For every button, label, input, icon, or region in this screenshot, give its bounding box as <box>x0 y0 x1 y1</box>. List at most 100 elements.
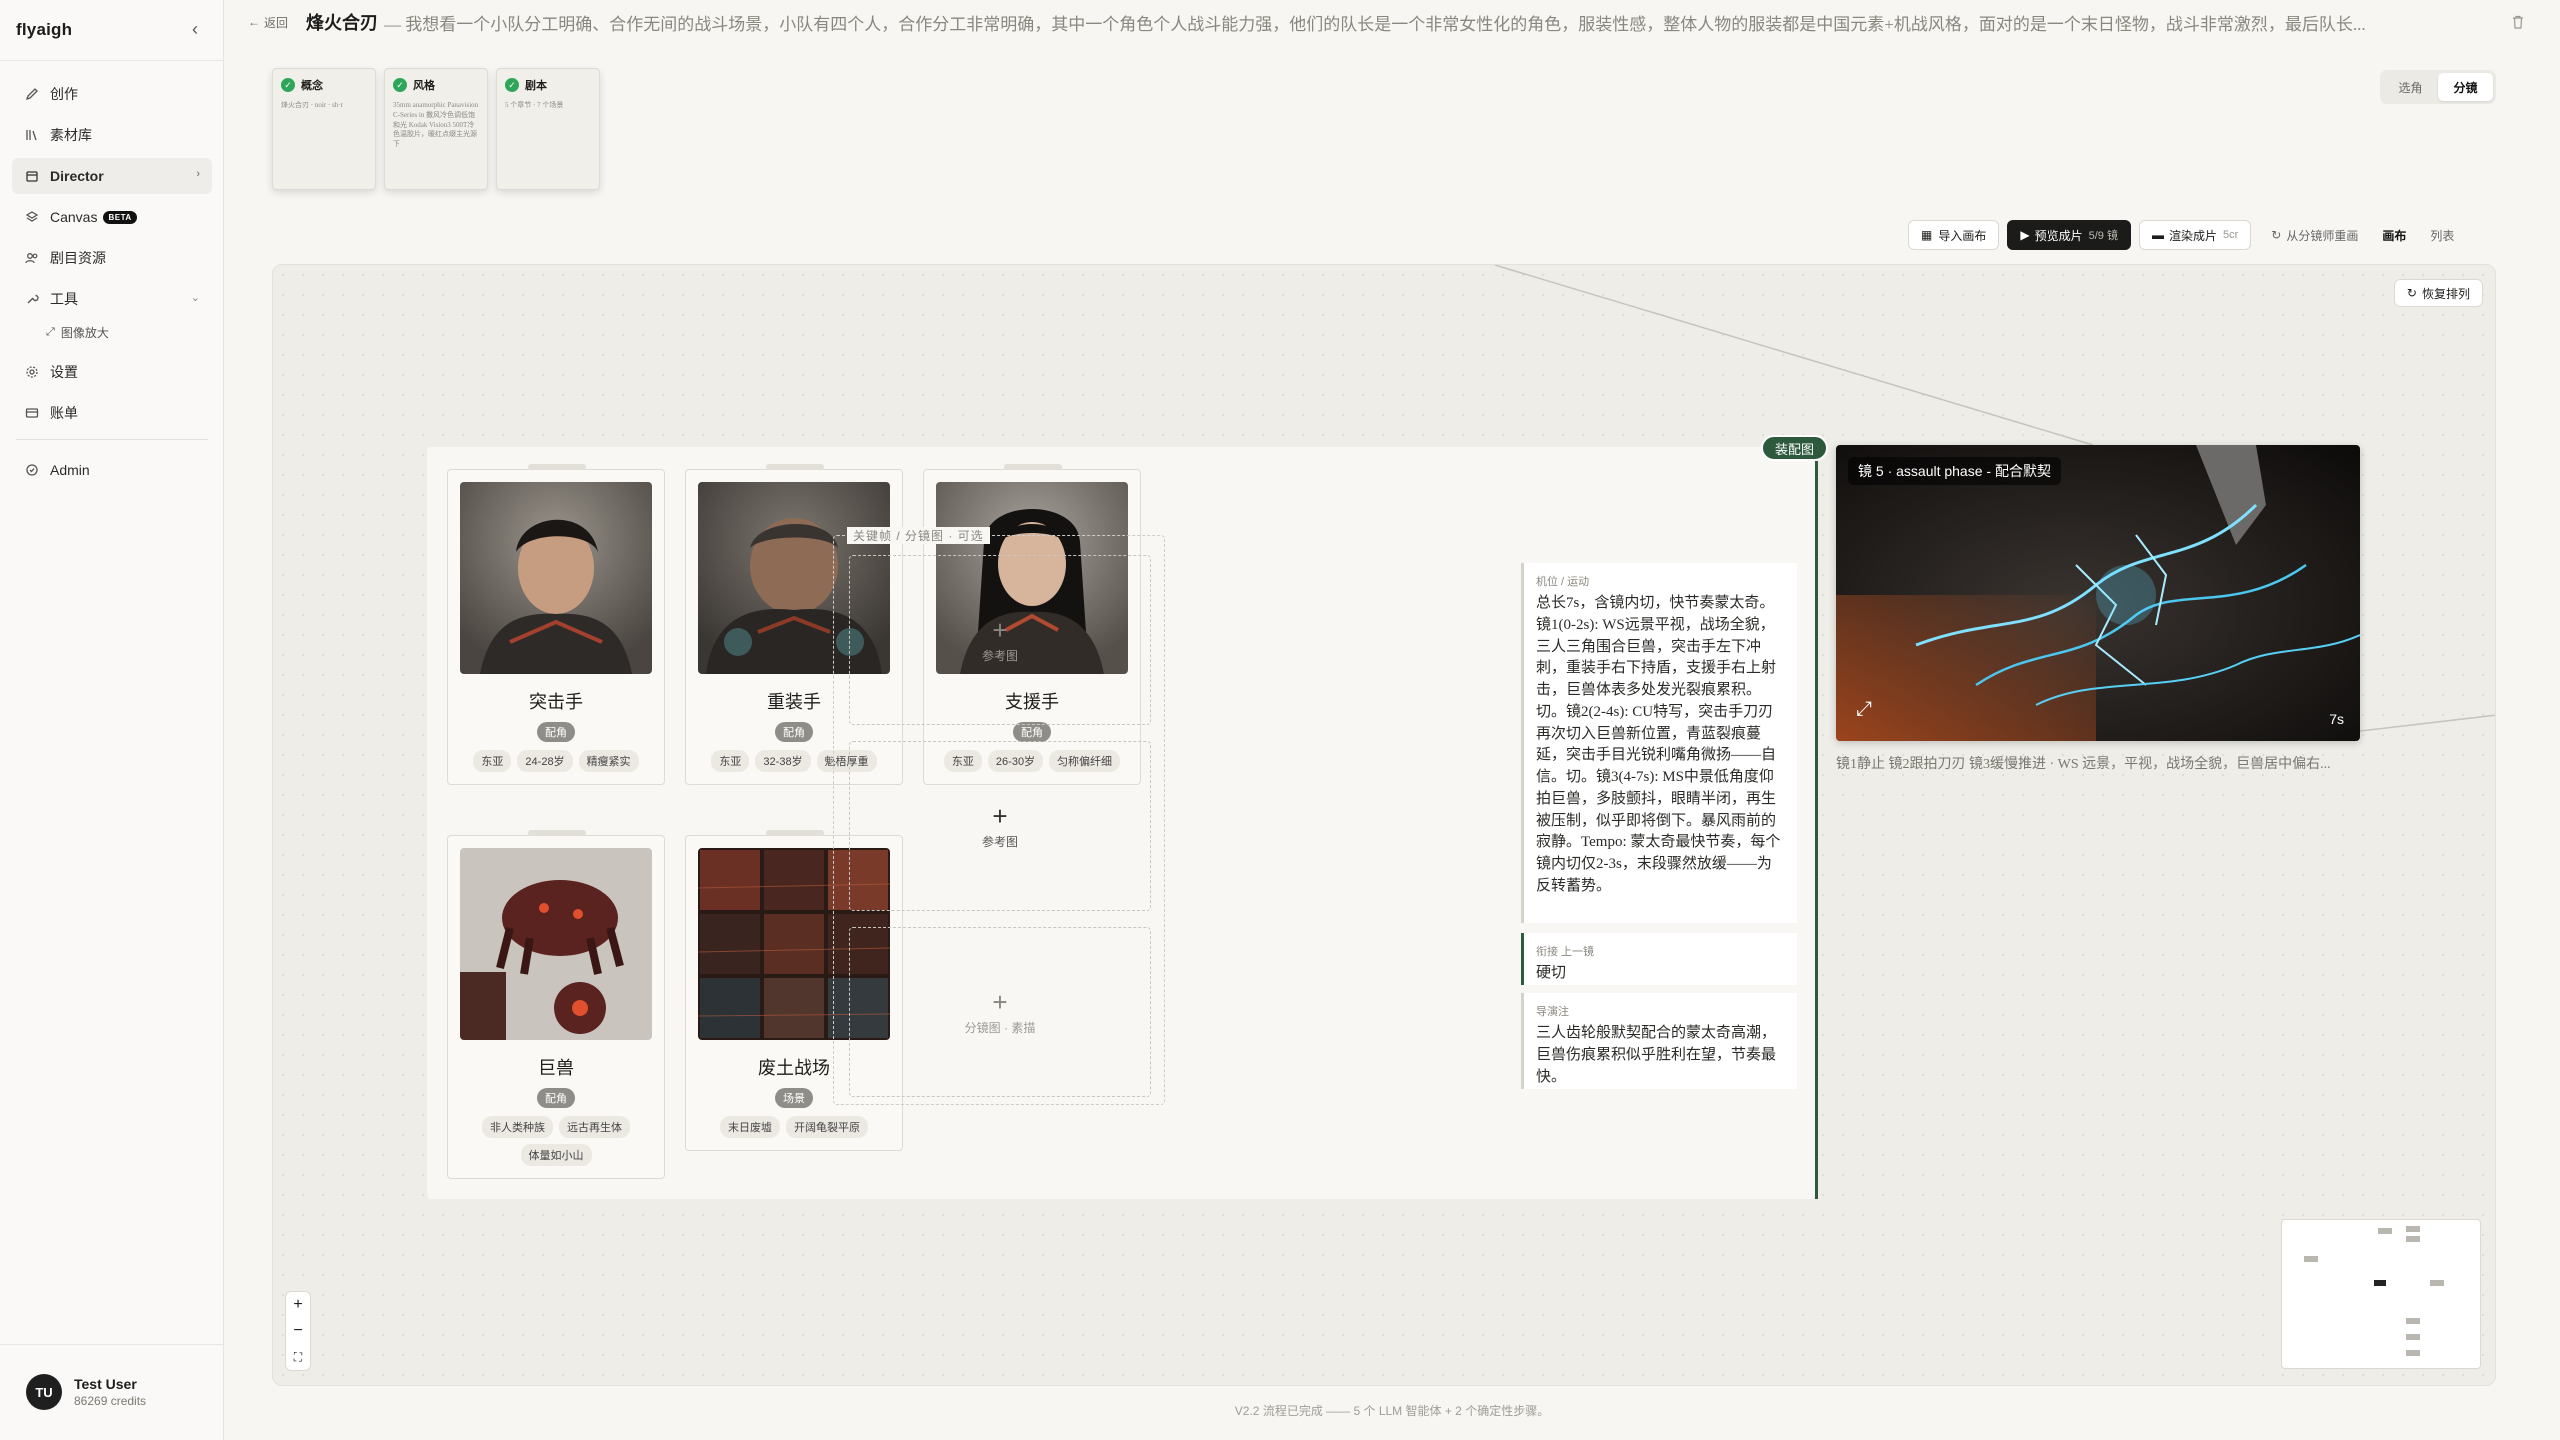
preview-button[interactable]: ▶ 预览成片 5/9 镜 <box>2007 220 2131 250</box>
expand-icon: ⤢ <box>46 325 55 338</box>
sidebar-item-create[interactable]: 创作 <box>12 76 212 112</box>
user-name: Test User <box>74 1376 137 1392</box>
storyboard-canvas[interactable]: ↻ 恢复排列 装配图 突击手 配角 东亚 24-28岁 精瘦紧实 重装手 配角 … <box>272 264 2496 1386</box>
button-label: 恢复排列 <box>2421 286 2470 301</box>
button-label: 从分镜师重画 <box>2286 228 2359 243</box>
minimap-node <box>2406 1226 2420 1232</box>
drag-handle[interactable] <box>528 464 586 470</box>
users-icon <box>24 250 40 266</box>
stage-label: 风格 <box>413 80 435 92</box>
transition-text: 硬切 <box>1536 965 1567 981</box>
role-badge: 配角 <box>537 722 575 742</box>
character-name: 巨兽 <box>538 1058 574 1078</box>
gear-icon <box>24 364 40 380</box>
sidebar-item-admin[interactable]: Admin <box>12 452 212 488</box>
minimap-node <box>2406 1236 2420 1242</box>
chevron-right-icon: › <box>196 168 200 180</box>
sidebar-item-label: 工具 <box>50 291 78 307</box>
sidebar-item-billing[interactable]: 账单 <box>12 395 212 431</box>
connector-line <box>1494 265 2094 446</box>
arrow-left-icon: ← <box>248 15 260 29</box>
button-label: 渲染成片 <box>2168 228 2217 243</box>
back-button[interactable]: ← 返回 <box>248 14 292 31</box>
reset-layout-button[interactable]: ↻ 恢复排列 <box>2393 279 2483 307</box>
tab-storyboard[interactable]: 分镜 <box>2438 73 2493 101</box>
back-label: 返回 <box>264 15 289 30</box>
check-icon: ✓ <box>393 78 407 92</box>
slot-label: 参考图 <box>981 834 1018 849</box>
director-note-box[interactable]: 导演注 三人齿轮般默契配合的蒙太奇高潮，巨兽伤痕累积似乎胜利在望，节奏最快。 <box>1521 993 1797 1089</box>
director-note-text: 三人齿轮般默契配合的蒙太奇高潮，巨兽伤痕累积似乎胜利在望，节奏最快。 <box>1536 1025 1777 1085</box>
button-label: 导入画布 <box>1938 228 1987 243</box>
drag-handle[interactable] <box>766 464 824 470</box>
drag-handle[interactable] <box>1004 464 1062 470</box>
sidebar: flyaigh ‹ 创作 素材库 Director › Canvas BETA … <box>0 0 224 1440</box>
film-icon <box>24 168 40 184</box>
stage-card-script[interactable]: ✓ 剧本 5 个章节 · 7 个场景 <box>496 68 600 190</box>
camera-movement-box[interactable]: 机位 / 运动 总长7s，含镜内切，快节奏蒙太奇。镜1(0-2s): WS远景平… <box>1521 563 1797 923</box>
import-canvas-button[interactable]: ▦ 导入画布 <box>1908 220 2000 250</box>
check-icon: ✓ <box>281 78 295 92</box>
stage-card-style[interactable]: ✓ 风格 35mm anamorphic Panavision C-Series … <box>384 68 488 190</box>
character-card[interactable]: 巨兽 配角 非人类种族 远古再生体 体量如小山 <box>447 830 665 1179</box>
sidebar-item-director[interactable]: Director › <box>12 158 212 194</box>
character-tag: 体量如小山 <box>520 1144 592 1166</box>
sidebar-item-tools[interactable]: 工具 ⌄ <box>12 281 212 317</box>
stage-label: 概念 <box>301 80 323 92</box>
reference-image-slot[interactable]: + 参考图 <box>849 555 1151 725</box>
render-button[interactable]: ▬ 渲染成片 5cr <box>2138 220 2252 250</box>
minimap[interactable] <box>2281 1219 2481 1369</box>
character-tag: 非人类种族 <box>482 1116 553 1138</box>
trash-icon[interactable] <box>2510 14 2526 30</box>
board-divider <box>1815 447 1818 1199</box>
view-canvas-tab[interactable]: 画布 <box>2370 220 2418 250</box>
sidebar-item-label: Director <box>50 168 104 184</box>
sidebar-item-label: Admin <box>50 462 90 478</box>
render-cost: 5cr <box>2222 229 2239 241</box>
role-badge: 配角 <box>537 1088 575 1108</box>
connector-line <box>2359 714 2495 732</box>
sidebar-item-label: 素材库 <box>50 127 92 143</box>
character-card[interactable]: 突击手 配角 东亚 24-28岁 精瘦紧实 <box>447 464 665 785</box>
sidebar-item-label: Canvas <box>50 209 98 225</box>
stage-card-concept[interactable]: ✓ 概念 烽火合刃 · noir · sh·r <box>272 68 376 190</box>
sidebar-item-label: 剧目资源 <box>50 250 106 266</box>
zoom-in-button[interactable]: + <box>286 1292 310 1318</box>
subnav-item-upscale[interactable]: ⤢ 图像放大 <box>12 318 212 346</box>
user-credits: 86269 credits <box>74 1394 147 1408</box>
sidebar-item-resources[interactable]: 剧目资源 <box>12 240 212 276</box>
stage-summary: 35mm anamorphic Panavision C-Series in 撒… <box>393 101 479 149</box>
fit-view-button[interactable]: ⛶ <box>286 1344 310 1370</box>
redraw-button[interactable]: ↻ 从分镜师重画 <box>2259 220 2370 250</box>
reference-image-slot[interactable]: + 参考图 <box>849 741 1151 911</box>
tab-casting[interactable]: 选角 <box>2383 73 2438 101</box>
transition-box[interactable]: 衔接 上一镜 硬切 <box>1521 933 1797 985</box>
role-badge: 配角 <box>775 722 813 742</box>
grid-icon: ▦ <box>1921 228 1933 242</box>
sidebar-item-settings[interactable]: 设置 <box>12 354 212 390</box>
sketch-slot[interactable]: + 分镜图 · 素描 <box>849 927 1151 1097</box>
zoom-controls: + − ⛶ <box>285 1291 311 1371</box>
sidebar-item-library[interactable]: 素材库 <box>12 117 212 153</box>
subnav-item-label: 图像放大 <box>60 325 109 340</box>
character-tag: 32-38岁 <box>755 750 811 772</box>
expand-icon[interactable]: ⤢ <box>1856 698 1872 721</box>
view-list-tab[interactable]: 列表 <box>2418 220 2466 250</box>
shot-preview-card[interactable]: 镜 5 · assault phase - 配合默契 ⤢ 7s <box>1836 445 2360 741</box>
plus-icon: + <box>992 800 1008 831</box>
sidebar-item-label: 账单 <box>50 405 78 421</box>
user-profile[interactable]: TU Test User 86269 credits <box>26 1374 146 1410</box>
beta-badge: BETA <box>103 210 137 224</box>
app-logo[interactable]: flyaigh <box>16 20 72 40</box>
minimap-viewport <box>2374 1280 2386 1286</box>
sidebar-item-canvas[interactable]: Canvas BETA <box>12 199 212 235</box>
shot-title: 镜 5 · assault phase - 配合默契 <box>1848 457 2061 485</box>
location-tag: 开阔龟裂平原 <box>786 1116 868 1138</box>
refresh-icon: ↻ <box>2406 286 2417 300</box>
library-icon <box>24 127 40 143</box>
chevron-left-icon[interactable]: ‹ <box>184 16 206 42</box>
drag-handle[interactable] <box>766 830 824 836</box>
zoom-out-button[interactable]: − <box>286 1318 310 1344</box>
drag-handle[interactable] <box>528 830 586 836</box>
shield-icon <box>24 462 40 478</box>
